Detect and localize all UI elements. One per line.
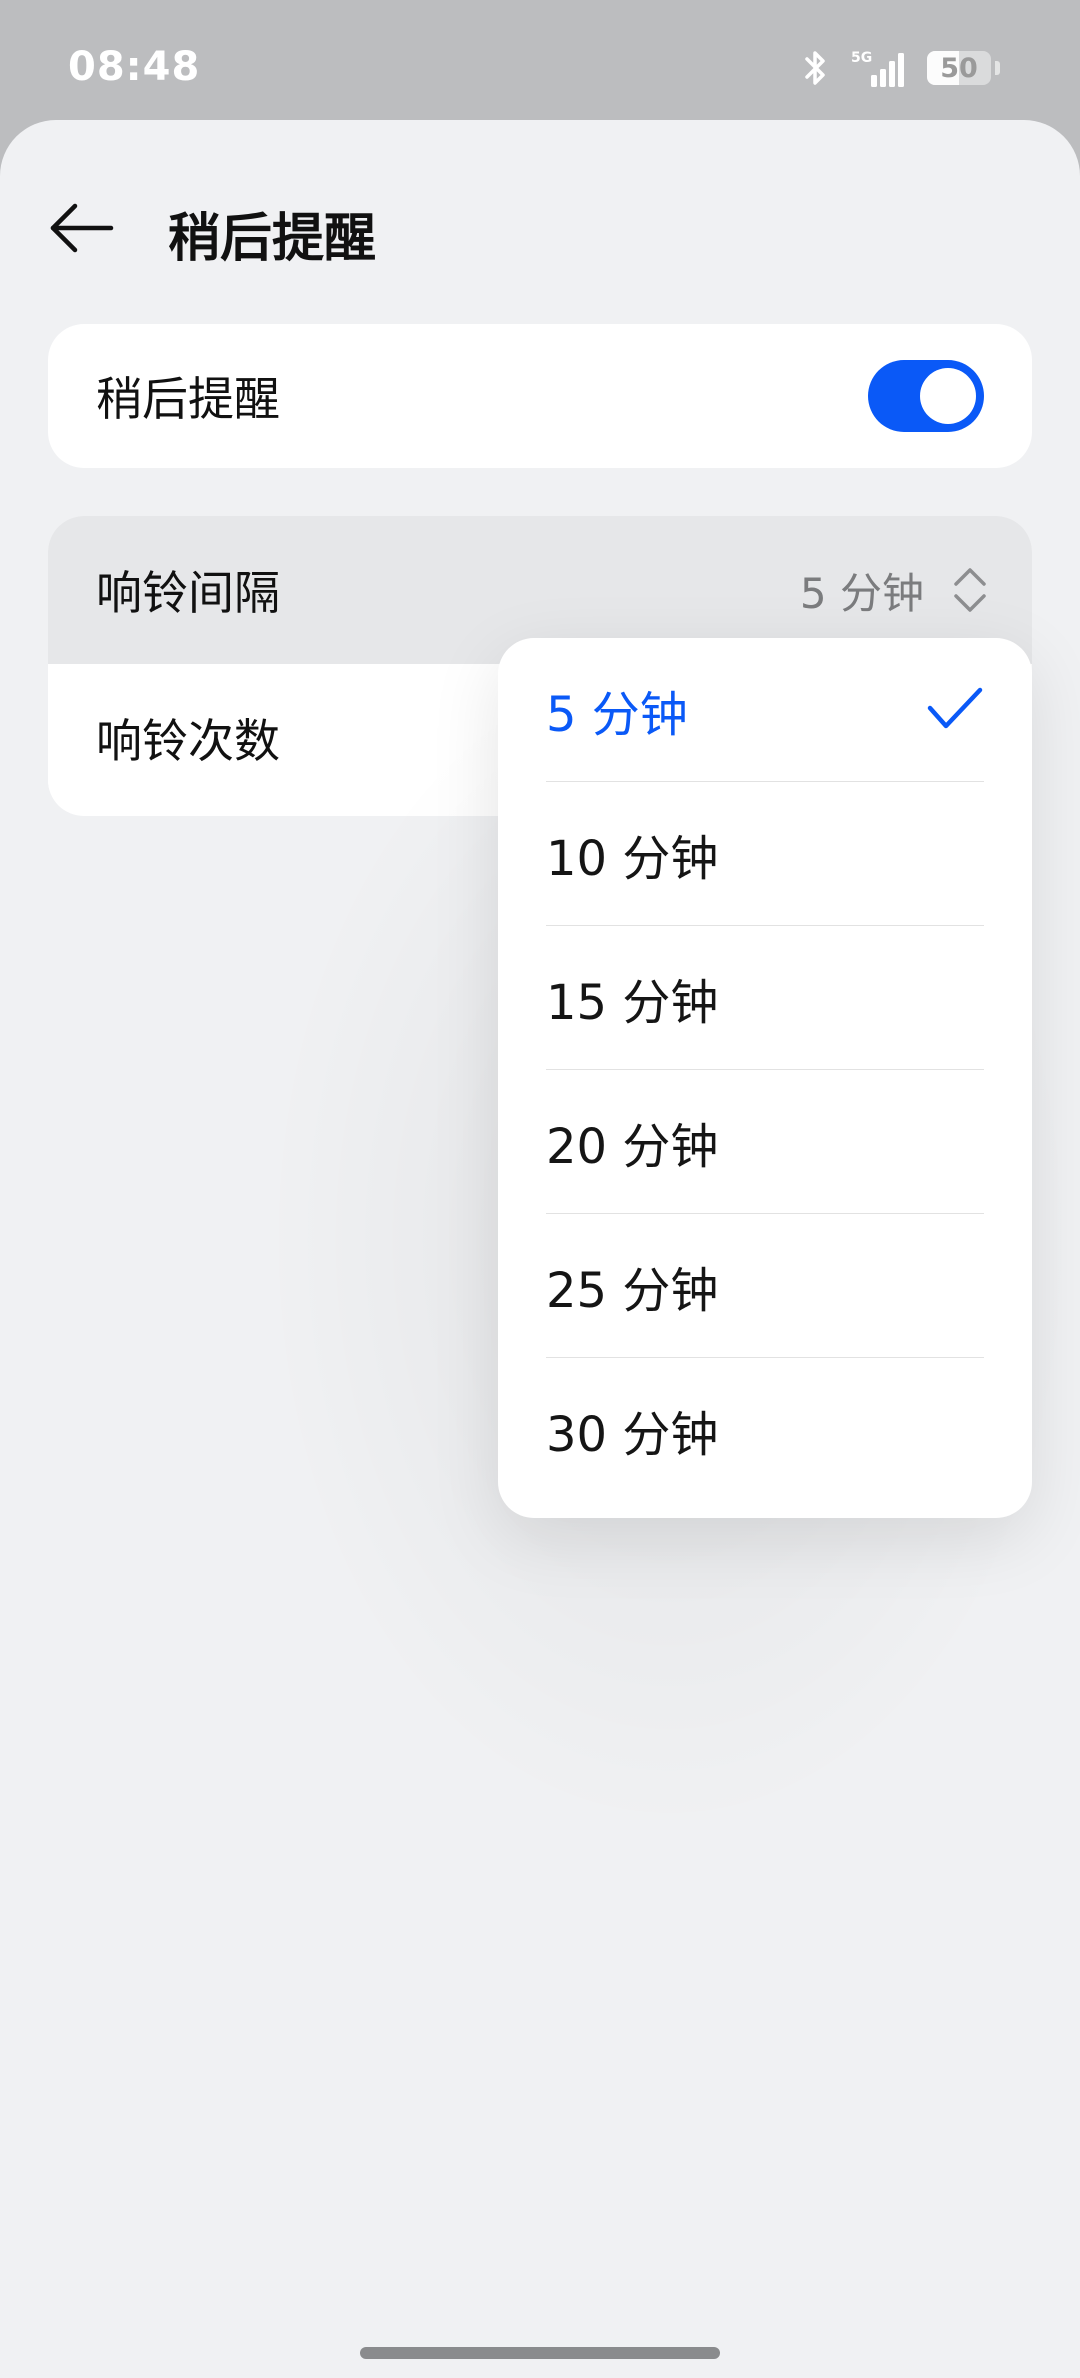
back-arrow-icon [50, 203, 114, 253]
snooze-toggle-switch[interactable] [868, 360, 984, 432]
battery-tip [995, 61, 1000, 75]
snooze-toggle-card: 稍后提醒 [48, 324, 1032, 468]
option-label: 15 分钟 [546, 974, 719, 1031]
dropdown-option-15[interactable]: 15 分钟 [546, 926, 984, 1070]
battery-level: 50 [940, 52, 978, 84]
toggle-knob [920, 368, 976, 424]
ring-count-label: 响铃次数 [96, 714, 280, 768]
ring-interval-value: 5 分钟 [799, 568, 924, 618]
option-label: 20 分钟 [546, 1118, 719, 1175]
home-indicator[interactable] [360, 2347, 720, 2359]
dropdown-option-20[interactable]: 20 分钟 [546, 1070, 984, 1214]
network-type-label: 5G [851, 50, 872, 66]
bluetooth-icon [803, 48, 829, 88]
dropdown-option-5[interactable]: 5 分钟 [546, 638, 984, 782]
check-icon [926, 686, 984, 744]
settings-sheet: 稍后提醒 稍后提醒 响铃间隔 5 分钟 响铃次数 5 分钟 10 分钟 15 分… [0, 120, 1080, 2378]
interval-dropdown-menu: 5 分钟 10 分钟 15 分钟 20 分钟 25 分钟 30 分钟 [498, 638, 1032, 1518]
option-label: 5 分钟 [546, 686, 688, 743]
option-label: 30 分钟 [546, 1407, 719, 1463]
dropdown-option-25[interactable]: 25 分钟 [546, 1214, 984, 1358]
page-title: 稍后提醒 [168, 209, 377, 269]
ring-interval-label: 响铃间隔 [96, 566, 280, 620]
status-time: 08:48 [68, 44, 201, 90]
snooze-toggle-label: 稍后提醒 [96, 372, 280, 426]
signal-5g-icon: 5G [847, 47, 909, 89]
snooze-toggle-row[interactable]: 稍后提醒 [48, 324, 1032, 468]
back-button[interactable] [44, 190, 120, 266]
header: 稍后提醒 [0, 160, 1080, 290]
chevron-updown-icon [952, 566, 988, 618]
dropdown-option-30[interactable]: 30 分钟 [546, 1358, 984, 1502]
status-bar: 08:48 5G 50 [0, 0, 1080, 120]
option-label: 10 分钟 [546, 830, 719, 887]
battery-icon: 50 [927, 51, 991, 85]
status-icons: 5G 50 [803, 44, 1000, 92]
option-label: 25 分钟 [546, 1262, 719, 1319]
dropdown-option-10[interactable]: 10 分钟 [546, 782, 984, 926]
